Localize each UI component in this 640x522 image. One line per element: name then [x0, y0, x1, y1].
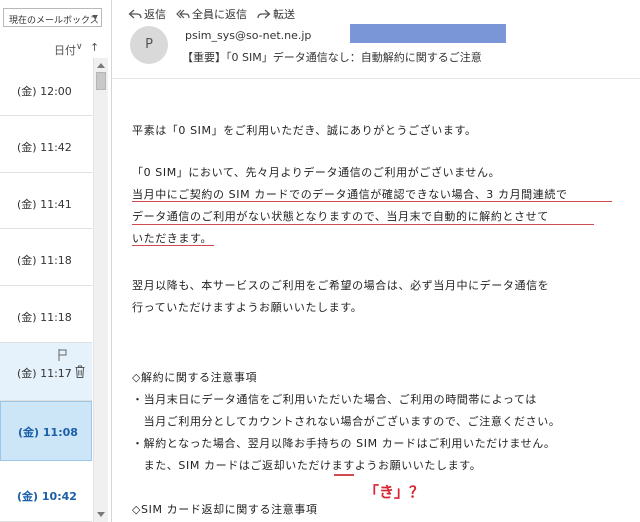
list-item[interactable]: (金) 11:18 [0, 229, 92, 286]
typo-annotation: 「き」？ [364, 483, 425, 501]
message-list: (金) 12:00 (金) 11:42 (金) 11:41 (金) 11:18 … [0, 58, 92, 522]
sort-by-date-button[interactable]: 日付 [54, 42, 76, 58]
reply-button[interactable]: 返信 [128, 6, 166, 22]
forward-icon [257, 9, 271, 19]
message-actions: 返信 全員に返信 転送 [128, 6, 295, 22]
list-item-time: (金) 11:18 [17, 311, 72, 324]
sender-avatar[interactable]: P [130, 26, 168, 64]
list-item-time: (金) 11:41 [17, 198, 72, 211]
body-p2-line: 行っていただけますようお願いいたします。 [132, 301, 363, 314]
list-item[interactable]: (金) 10:42 [0, 461, 92, 522]
mailbox-scope-dropdown[interactable]: 現在のメールボックス [3, 8, 102, 27]
list-item-time: (金) 11:42 [17, 141, 72, 154]
list-item[interactable]: (金) 11:17 [0, 343, 92, 401]
list-item-time: (金) 10:42 [17, 490, 77, 503]
message-body: 平素は「0 SIM」をご利用いただき、誠にありがとうございます。 「0 SIM」… [112, 79, 640, 522]
list-item-time: (金) 11:08 [18, 426, 78, 439]
sort-chevron-icon[interactable]: ∨ [76, 42, 83, 52]
body-p1-line: 「0 SIM」において、先々月よりデータ通信のご利用がございません。 [132, 166, 501, 179]
highlight-underline [132, 201, 612, 202]
reading-pane: 返信 全員に返信 転送 P psim_sys@so-net.ne.jp 【重要】… [112, 0, 640, 522]
notice-line: ・当月末日にデータ通信をご利用いただいた場合、ご利用の時間帯によっては [132, 393, 537, 406]
highlight-underline [132, 224, 594, 225]
reply-all-icon [176, 9, 190, 19]
reply-icon [128, 9, 142, 19]
body-p1-line: 当月中にご契約の SIM カードでのデータ通信が確認できない場合、3 カ月間連続… [132, 188, 568, 201]
message-list-scrollbar[interactable] [93, 58, 108, 522]
body-p1-line: データ通信のご利用がない状態となりますので、当月末で自動的に解約とさせて [132, 210, 549, 223]
flag-icon[interactable] [58, 349, 67, 361]
scroll-down-icon[interactable] [97, 512, 105, 517]
list-item-selected[interactable]: (金) 11:08 [0, 401, 92, 461]
reply-all-button[interactable]: 全員に返信 [176, 6, 247, 22]
forward-label: 転送 [273, 8, 295, 21]
sort-direction-icon[interactable]: ↑ [90, 41, 99, 54]
highlight-underline [132, 245, 214, 246]
notice-line: 当月ご利用分としてカウントされない場合がございますので、ご注意ください。 [132, 415, 561, 428]
scroll-thumb[interactable] [96, 72, 106, 90]
redacted-recipient [350, 24, 506, 43]
greeting-text: 平素は「0 SIM」をご利用いただき、誠にありがとうございます。 [132, 124, 477, 137]
notice-line: また、SIM カードはご返却いただけますようお願いいたします。 [132, 459, 482, 472]
list-item-time: (金) 11:18 [17, 254, 72, 267]
scroll-up-icon[interactable] [97, 63, 105, 68]
list-item-time: (金) 11:17 [17, 367, 72, 380]
notice-title: ◇解約に関する注意事項 [132, 371, 258, 384]
typo-underline [334, 474, 354, 476]
list-item-time: (金) 12:00 [17, 85, 72, 98]
reply-label: 返信 [144, 8, 166, 21]
mail-app: 現在のメールボックス 日付 ∨ ↑ (金) 12:00 (金) 11:42 (金… [0, 0, 640, 522]
chevron-down-icon [92, 15, 98, 19]
notice-line: ・解約となった場合、翌月以降お手持ちの SIM カードはご利用いただけません。 [132, 437, 556, 450]
body-p2-line: 翌月以降も、本サービスのご利用をご希望の場合は、必ず当月中にデータ通信を [132, 279, 550, 292]
forward-button[interactable]: 転送 [257, 6, 295, 22]
list-item[interactable]: (金) 11:18 [0, 286, 92, 343]
reply-all-label: 全員に返信 [192, 8, 247, 21]
list-item[interactable]: (金) 11:41 [0, 173, 92, 229]
mailbox-scope-label: 現在のメールボックス [9, 16, 99, 26]
message-list-pane: 現在のメールボックス 日付 ∨ ↑ (金) 12:00 (金) 11:42 (金… [0, 0, 112, 522]
sender-address[interactable]: psim_sys@so-net.ne.jp [185, 29, 311, 42]
body-p1-line: いただきます。 [132, 232, 213, 245]
message-subject: 【重要】「0 SIM」データ通信なし：自動解約に関するご注意 [182, 51, 482, 64]
section2-title: ◇SIM カード返却に関する注意事項 [132, 503, 318, 516]
list-item[interactable]: (金) 12:00 [0, 58, 92, 116]
sort-controls: 日付 ∨ ↑ [0, 38, 112, 58]
list-item[interactable]: (金) 11:42 [0, 116, 92, 173]
trash-icon[interactable] [75, 365, 85, 378]
